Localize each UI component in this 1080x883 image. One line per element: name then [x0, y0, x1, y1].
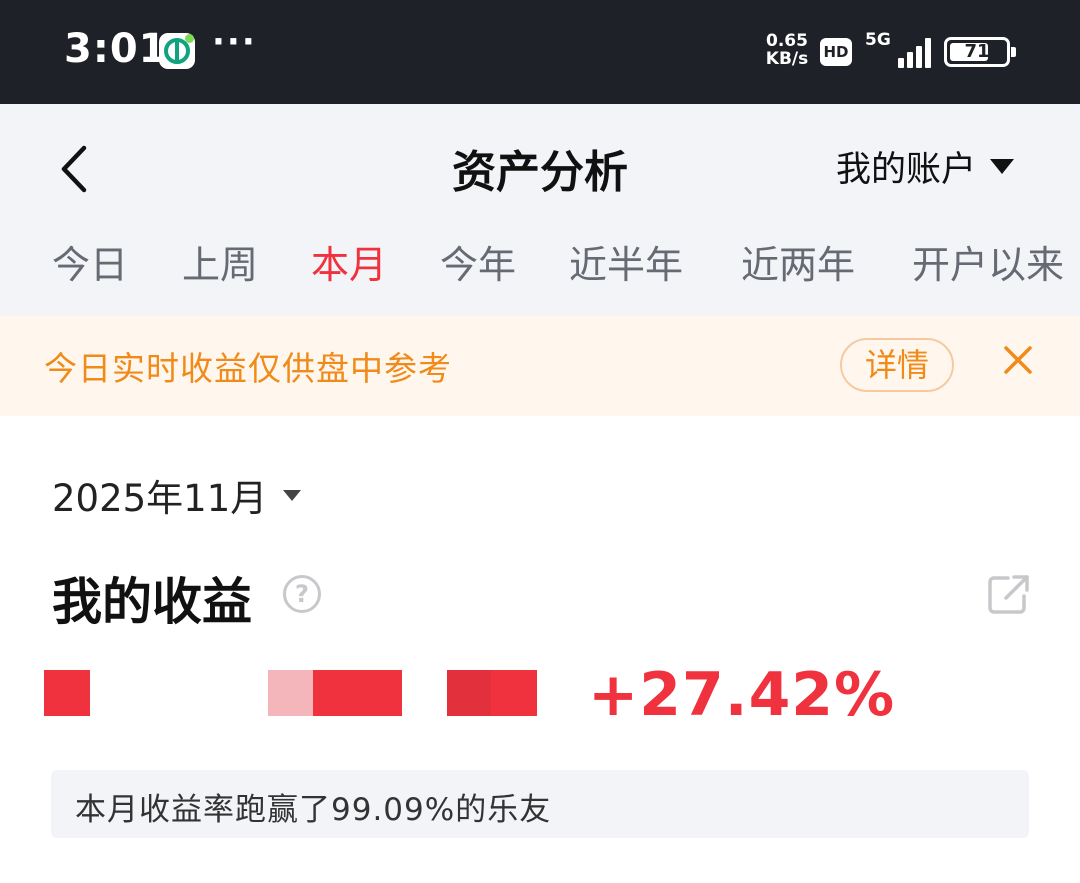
tab-this-year[interactable]: 今年: [440, 234, 516, 289]
masked-earnings-amount: [44, 670, 544, 716]
month-label: 2025年11月: [52, 477, 268, 520]
tab-two-years[interactable]: 近两年: [741, 234, 855, 289]
tab-half-year[interactable]: 近半年: [569, 234, 683, 289]
more-notifications-icon: ···: [212, 22, 257, 62]
page-title: 资产分析: [452, 147, 628, 198]
network-speed: 0.65 KB/s: [760, 32, 814, 68]
tab-since-opening[interactable]: 开户以来: [912, 234, 1064, 289]
battery-level: 71: [964, 41, 990, 62]
question-circle-icon[interactable]: ?: [283, 575, 321, 613]
return-rate: +27.42%: [588, 660, 896, 730]
month-selector[interactable]: 2025年11月: [52, 470, 302, 520]
tab-this-month[interactable]: 本月: [311, 234, 387, 289]
hd-voice-icon: HD: [820, 38, 852, 66]
caret-down-icon: [990, 158, 1015, 174]
signal-strength-icon: [880, 36, 932, 68]
battery-icon: 71: [944, 37, 1016, 67]
account-label: 我的账户: [836, 149, 977, 190]
header: 资产分析 我的账户 今日 上周 本月 今年 近半年 近两年 开户以来: [0, 104, 1080, 316]
tab-last-week[interactable]: 上周: [182, 234, 258, 289]
status-time: 3:01: [64, 26, 168, 72]
network-speed-value: 0.65: [766, 31, 808, 51]
period-tabs: 今日 上周 本月 今年 近半年 近两年 开户以来: [0, 234, 1080, 294]
chevron-left-icon[interactable]: [56, 144, 96, 194]
share-out-icon[interactable]: [986, 572, 1032, 616]
notice-bar: 今日实时收益仅供盘中参考 详情: [0, 316, 1080, 416]
bank-app-icon: [159, 33, 195, 69]
account-selector[interactable]: 我的账户: [836, 144, 1015, 190]
status-bar: 3:01 ··· 0.65 KB/s HD 5G 71: [0, 0, 1080, 104]
rank-text: 本月收益率跑赢了99.09%的乐友: [75, 792, 552, 828]
tab-today[interactable]: 今日: [52, 234, 128, 289]
network-speed-unit: KB/s: [765, 49, 809, 69]
notice-text: 今日实时收益仅供盘中参考: [44, 349, 452, 388]
notice-detail-button[interactable]: 详情: [840, 338, 954, 392]
caret-down-icon: [283, 489, 302, 501]
close-icon[interactable]: [998, 340, 1038, 380]
earnings-title: 我的收益: [52, 573, 252, 631]
rank-summary: 本月收益率跑赢了99.09%的乐友: [51, 770, 1029, 838]
